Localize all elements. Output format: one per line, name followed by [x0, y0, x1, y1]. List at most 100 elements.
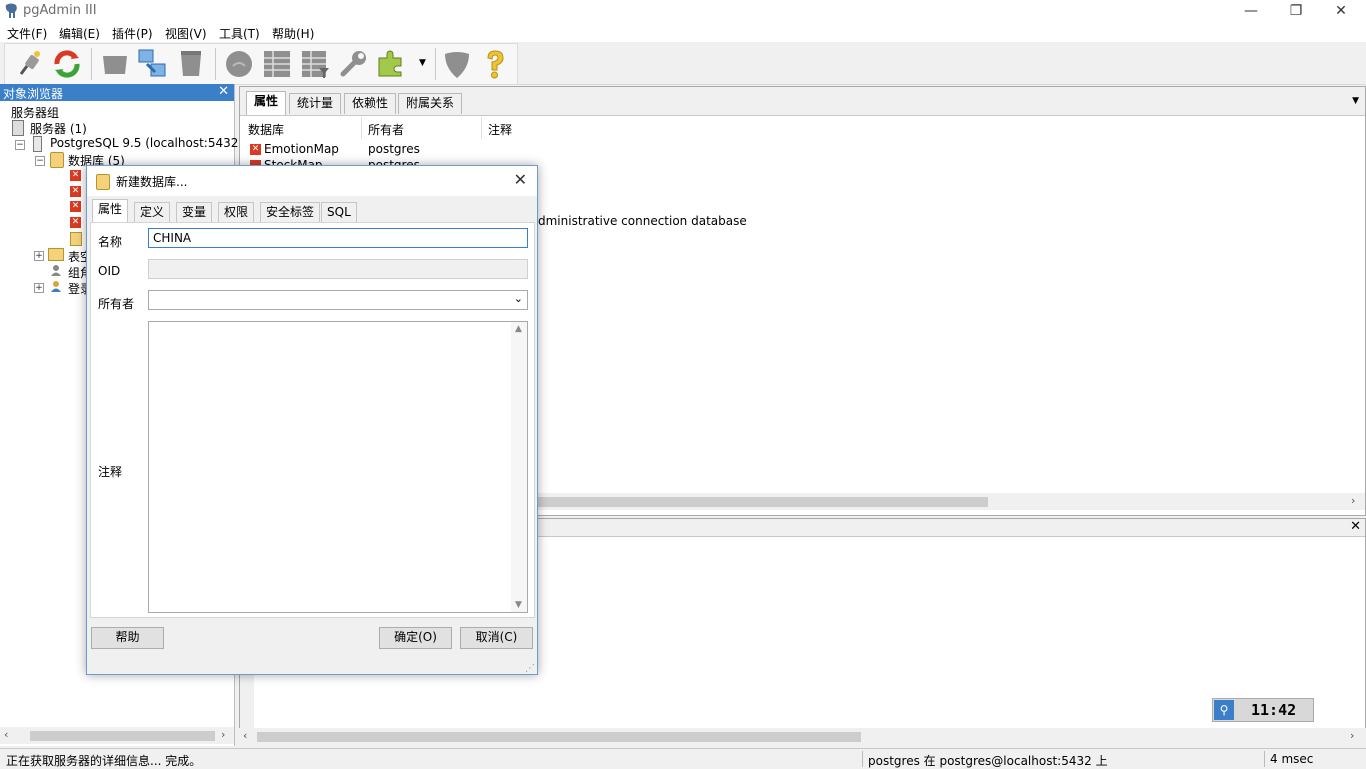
status-timing: 4 msec: [1270, 752, 1314, 766]
collapse-icon[interactable]: −: [35, 156, 45, 166]
dialog-title-bar: 新建数据库... ✕: [87, 166, 537, 196]
tab-statistics[interactable]: 统计量: [289, 93, 342, 114]
connect-icon[interactable]: [13, 48, 45, 80]
comment-textarea[interactable]: ▲ ▼: [148, 321, 528, 613]
oid-input: [149, 260, 527, 278]
disconnected-database-icon: ✕: [250, 144, 261, 155]
menu-help[interactable]: 帮助(H): [272, 25, 314, 42]
sql-query-icon[interactable]: [137, 48, 169, 80]
scroll-right-icon[interactable]: ›: [221, 728, 225, 741]
cancel-button[interactable]: 取消(C): [460, 627, 533, 649]
minimize-button[interactable]: —: [1228, 0, 1274, 22]
collapse-icon[interactable]: −: [15, 140, 25, 150]
close-icon[interactable]: ✕: [218, 84, 229, 99]
maintenance-icon[interactable]: [337, 48, 369, 80]
menu-view[interactable]: 视图(V): [165, 25, 207, 42]
tablespace-icon: [48, 248, 64, 261]
object-browser-header: 对象浏览器 ✕: [0, 84, 234, 101]
menu-edit[interactable]: 编辑(E): [59, 25, 100, 42]
tab-variables[interactable]: 变量: [176, 202, 213, 223]
comment-label: 注释: [98, 465, 123, 479]
menu-bar: 文件(F) 编辑(E) 插件(P) 视图(V) 工具(T) 帮助(H): [0, 22, 1366, 42]
tab-dependencies[interactable]: 依赖性: [344, 93, 397, 114]
toolbar: ▼: [0, 42, 1366, 85]
app-title: pgAdmin III: [23, 3, 97, 18]
sql-horizontal-scrollbar[interactable]: ‹ ›: [239, 728, 1366, 745]
disconnected-database-icon: ✕: [70, 170, 81, 181]
help-icon[interactable]: [479, 48, 511, 80]
scroll-left-icon[interactable]: ‹: [243, 729, 247, 742]
help-button[interactable]: 帮助: [91, 627, 164, 649]
name-field[interactable]: [148, 228, 528, 248]
oid-field: [148, 259, 528, 279]
table-cell-comment[interactable]: dministrative connection database: [538, 214, 747, 228]
dialog-properties-panel: 名称 OID 所有者 ⌄ 注释 ▲ ▼: [90, 222, 535, 618]
expand-icon[interactable]: +: [34, 251, 44, 261]
browser-horizontal-scrollbar[interactable]: ‹ ›: [0, 727, 234, 744]
filtered-data-icon[interactable]: [299, 48, 331, 80]
scroll-right-icon[interactable]: ›: [1350, 729, 1354, 742]
stop-icon[interactable]: [175, 48, 207, 80]
properties-tab-bar: 属性 统计量 依赖性 附属关系 ▼: [240, 87, 1365, 116]
disconnected-database-icon: ✕: [70, 186, 81, 197]
clock-time: 11:42: [1251, 701, 1297, 719]
tab-privileges[interactable]: 权限: [218, 202, 255, 223]
chevron-down-icon[interactable]: ▼: [419, 58, 426, 68]
server-icon: [33, 136, 42, 152]
scroll-down-icon[interactable]: ▼: [515, 600, 522, 610]
drop-icon[interactable]: [99, 48, 131, 80]
database-icon: [70, 232, 82, 246]
login-role-icon: [50, 280, 62, 292]
ok-button[interactable]: 确定(O): [379, 627, 452, 649]
chevron-down-icon[interactable]: ▼: [1352, 96, 1359, 106]
clock-widget[interactable]: ⚲ 11:42: [1212, 698, 1314, 722]
owner-input[interactable]: [149, 291, 527, 309]
chevron-down-icon[interactable]: ⌄: [514, 292, 523, 305]
tab-definition[interactable]: 定义: [134, 202, 171, 223]
vacuum-icon[interactable]: [223, 48, 255, 80]
column-header-comment[interactable]: 注释: [488, 121, 512, 138]
menu-file[interactable]: 文件(F): [7, 25, 47, 42]
tab-properties[interactable]: 属性: [92, 199, 129, 223]
tree-servers[interactable]: 服务器 (1): [30, 120, 87, 137]
name-label: 名称: [98, 235, 123, 249]
table-cell-database[interactable]: EmotionMap: [264, 142, 339, 156]
comment-vertical-scrollbar[interactable]: ▲ ▼: [511, 322, 527, 612]
refresh-icon[interactable]: [51, 48, 83, 80]
tab-dependents[interactable]: 附属关系: [398, 93, 463, 114]
column-header-database[interactable]: 数据库: [248, 121, 284, 138]
owner-label: 所有者: [98, 297, 135, 311]
resize-grip-icon[interactable]: ⋰: [525, 663, 535, 674]
hint-icon[interactable]: [441, 48, 473, 80]
owner-select[interactable]: ⌄: [148, 290, 528, 310]
tab-security-labels[interactable]: 安全标签: [260, 202, 321, 223]
close-window-button[interactable]: ✕: [1318, 0, 1364, 22]
expand-icon[interactable]: +: [34, 283, 44, 293]
close-icon[interactable]: ✕: [1350, 519, 1361, 534]
view-data-icon[interactable]: [261, 48, 293, 80]
scroll-up-icon[interactable]: ▲: [515, 324, 522, 334]
status-bar: 正在获取服务器的详细信息... 完成。 postgres 在 postgres@…: [0, 748, 1366, 769]
tab-sql[interactable]: SQL: [321, 202, 357, 223]
tree-server-postgresql[interactable]: PostgreSQL 9.5 (localhost:5432): [50, 136, 243, 150]
table-cell-owner[interactable]: postgres: [368, 142, 420, 156]
name-input[interactable]: [149, 229, 527, 247]
oid-label: OID: [98, 264, 121, 278]
menu-plugins[interactable]: 插件(P): [112, 25, 153, 42]
scroll-right-icon[interactable]: ›: [1351, 494, 1355, 507]
new-database-dialog: 新建数据库... ✕ 属性 定义 变量 权限 安全标签 SQL 名称 OID 所…: [86, 165, 538, 675]
pin-icon[interactable]: ⚲: [1214, 700, 1234, 720]
tree-server-groups[interactable]: 服务器组: [11, 104, 59, 121]
close-icon[interactable]: ✕: [514, 170, 527, 189]
pgadmin-elephant-icon: [5, 3, 17, 18]
disconnected-database-icon: ✕: [70, 217, 81, 228]
title-bar: pgAdmin III — ❐ ✕: [0, 0, 1366, 22]
disconnected-database-icon: ✕: [70, 201, 81, 212]
database-icon: [96, 174, 110, 190]
plugins-icon[interactable]: [375, 48, 407, 80]
scroll-left-icon[interactable]: ‹: [4, 728, 8, 741]
tab-properties[interactable]: 属性: [246, 91, 287, 115]
menu-tools[interactable]: 工具(T): [219, 25, 260, 42]
column-header-owner[interactable]: 所有者: [368, 121, 404, 138]
maximize-button[interactable]: ❐: [1273, 0, 1319, 22]
